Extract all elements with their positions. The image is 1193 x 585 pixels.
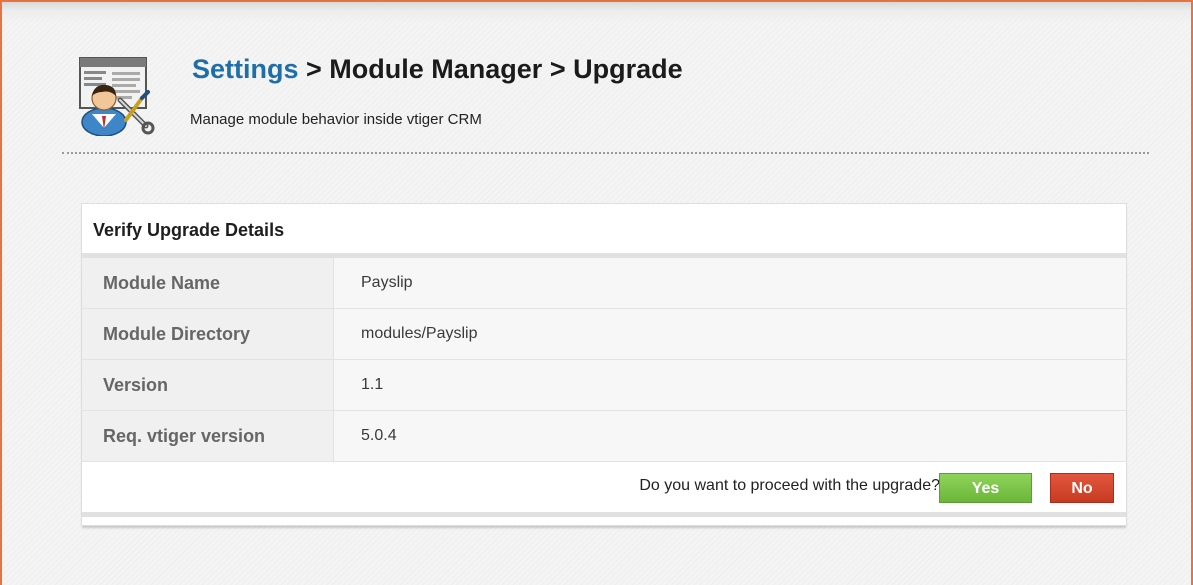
upgrade-question: Do you want to proceed with the upgrade?: [639, 477, 940, 494]
header-divider: [62, 152, 1149, 154]
top-shade: [2, 2, 1191, 24]
breadcrumb-separator: >: [542, 54, 574, 84]
module-name-label: Module Name: [82, 258, 334, 308]
no-button[interactable]: No: [1050, 473, 1114, 503]
yes-button[interactable]: Yes: [939, 473, 1032, 503]
breadcrumb-separator: >: [298, 54, 330, 84]
required-vtiger-version-label: Req. vtiger version: [82, 411, 334, 461]
table-row: Module Directory modules/Payslip: [82, 309, 1126, 360]
required-vtiger-version-value: 5.0.4: [334, 411, 1126, 461]
page-subtitle: Manage module behavior inside vtiger CRM: [190, 111, 482, 128]
breadcrumb-module-manager: Module Manager: [329, 54, 543, 84]
confirmation-footer: Do you want to proceed with the upgrade?…: [82, 462, 1126, 517]
panel-title: Verify Upgrade Details: [93, 220, 285, 240]
settings-user-tools-icon: [76, 54, 156, 137]
module-directory-value: modules/Payslip: [334, 309, 1126, 359]
upgrade-details-panel: Verify Upgrade Details Module Name Paysl…: [81, 203, 1127, 526]
table-row: Module Name Payslip: [82, 258, 1126, 309]
module-name-value: Payslip: [334, 258, 1126, 308]
breadcrumb-current: Upgrade: [573, 54, 683, 84]
details-table: Module Name Payslip Module Directory mod…: [82, 258, 1126, 462]
module-directory-label: Module Directory: [82, 309, 334, 359]
table-row: Version 1.1: [82, 360, 1126, 411]
page-title: Settings > Module Manager > Upgrade: [192, 54, 683, 85]
version-value: 1.1: [334, 360, 1126, 410]
breadcrumb-settings-link[interactable]: Settings: [192, 54, 299, 84]
version-label: Version: [82, 360, 334, 410]
panel-header: Verify Upgrade Details: [82, 204, 1126, 258]
table-row: Req. vtiger version 5.0.4: [82, 411, 1126, 462]
